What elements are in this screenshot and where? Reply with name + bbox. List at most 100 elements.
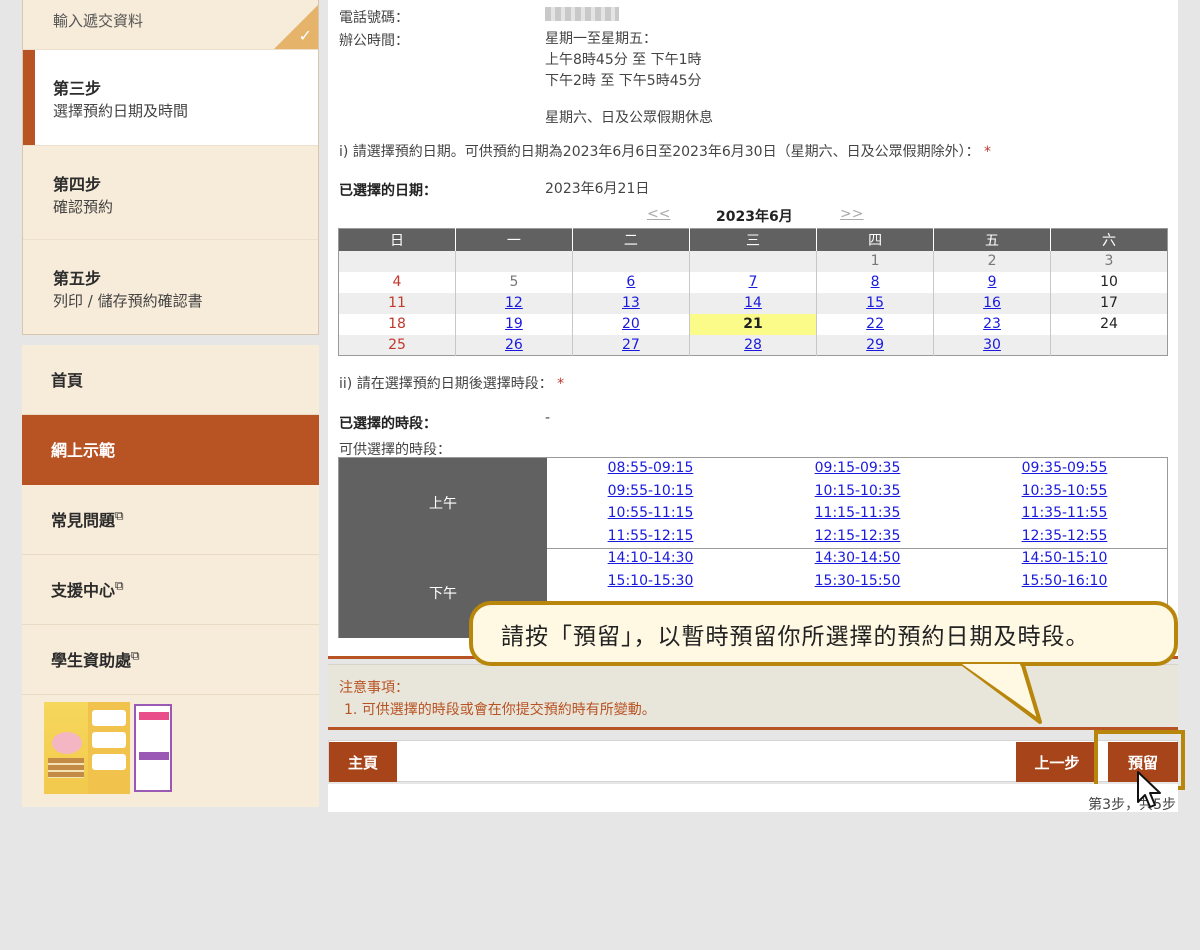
calendar-day[interactable]: 28 xyxy=(689,334,818,356)
menu-item-demo[interactable]: 網上示範 xyxy=(22,415,319,485)
calendar-day-number[interactable]: 15 xyxy=(866,295,884,311)
calendar-day-number[interactable]: 14 xyxy=(744,295,762,311)
time-slot-link[interactable]: 09:55-10:15 xyxy=(547,483,754,499)
hours-label: 辦公時間： xyxy=(339,33,409,49)
selected-slot-label: 已選擇的時段： xyxy=(339,416,437,432)
calendar-day[interactable]: 9 xyxy=(933,271,1051,293)
calendar-day: 3 xyxy=(1050,250,1168,272)
calendar-day-number[interactable]: 26 xyxy=(505,337,523,353)
calendar-week-row: 25 26 27 28 29 30 xyxy=(338,334,1168,356)
calendar-day: 18 xyxy=(338,313,456,335)
calendar-day-number[interactable]: 7 xyxy=(749,274,758,290)
menu-item-label: 常見問題 xyxy=(51,511,116,530)
calendar-day[interactable]: 23 xyxy=(933,313,1051,335)
menu-item-home[interactable]: 首頁 xyxy=(22,345,319,415)
poster-piggybank xyxy=(44,702,88,794)
calendar-day-number[interactable]: 29 xyxy=(866,337,884,353)
time-slot-link[interactable]: 10:15-10:35 xyxy=(754,483,961,499)
menu-item-faq[interactable]: 常見問題⧉ xyxy=(22,485,319,555)
time-slot-link[interactable]: 12:35-12:55 xyxy=(961,528,1168,544)
time-slot-link[interactable]: 09:15-09:35 xyxy=(754,460,961,476)
time-slot-link[interactable]: 11:55-12:15 xyxy=(547,528,754,544)
calendar-day: 4 xyxy=(338,271,456,293)
time-slot-link[interactable]: 09:35-09:55 xyxy=(961,460,1168,476)
calendar-day[interactable]: 15 xyxy=(816,292,935,314)
weekday-header: 三 xyxy=(689,228,818,251)
weekday-header: 四 xyxy=(816,228,935,251)
menu-item-support[interactable]: 支援中心⧉ xyxy=(22,555,319,625)
step-3: 第三步 選擇預約日期及時間 xyxy=(23,50,318,146)
date-instruction: i) 請選擇預約日期。可供預約日期為2023年6月6日至2023年6月30日（星… xyxy=(339,141,991,161)
prev-month-link[interactable]: << xyxy=(647,206,670,222)
calendar-day-number[interactable]: 27 xyxy=(622,337,640,353)
calendar-day-number[interactable]: 19 xyxy=(505,316,523,332)
next-month-link[interactable]: >> xyxy=(840,206,863,222)
prev-month-text[interactable]: << xyxy=(647,206,670,222)
calendar-day-number[interactable]: 23 xyxy=(983,316,1001,332)
time-slot-link[interactable]: 15:50-16:10 xyxy=(961,573,1168,589)
calendar-day[interactable]: 7 xyxy=(689,271,818,293)
period-divider xyxy=(547,548,1167,549)
step-5-sub: 列印 / 儲存預約確認書 xyxy=(53,292,203,310)
step-4-title: 第四步 xyxy=(53,175,102,194)
time-slot-link[interactable]: 10:35-10:55 xyxy=(961,483,1168,499)
calendar-day[interactable]: 12 xyxy=(455,292,573,314)
notes-bottom-border xyxy=(328,727,1178,730)
calendar-table: 日一二三四五六 1 2 3 4 5 6 7 8 9 10 11 12 13 14 15 16 17 18 19 20 2… xyxy=(338,228,1168,356)
notes-box: 注意事項： 1. 可供選擇的時段或會在你提交預約時有所變動。 xyxy=(328,664,1178,726)
calendar-day-number[interactable]: 9 xyxy=(988,274,997,290)
calendar-day-number[interactable]: 28 xyxy=(744,337,762,353)
calendar-day[interactable]: 14 xyxy=(689,292,818,314)
calendar-day-number[interactable]: 12 xyxy=(505,295,523,311)
calendar-day-number: 21 xyxy=(743,316,763,332)
available-slots-label: 可供選擇的時段： xyxy=(339,442,451,458)
time-slot-link[interactable]: 14:50-15:10 xyxy=(961,550,1168,566)
time-instruction-text: ii) 請在選擇預約日期後選擇時段： xyxy=(339,376,553,392)
calendar-day-number[interactable]: 16 xyxy=(983,295,1001,311)
calendar-day[interactable]: 6 xyxy=(572,271,690,293)
time-slot-link[interactable]: 12:15-12:35 xyxy=(754,528,961,544)
calendar-day-number: 1 xyxy=(870,253,880,269)
calendar-week-row: 1 2 3 xyxy=(338,250,1168,272)
calendar-day[interactable]: 30 xyxy=(933,334,1051,356)
time-slot-link[interactable]: 15:10-15:30 xyxy=(547,573,754,589)
promo-poster[interactable] xyxy=(44,702,172,794)
time-slot-link[interactable]: 15:30-15:50 xyxy=(754,573,961,589)
calendar-day[interactable]: 29 xyxy=(816,334,935,356)
calendar-day: 17 xyxy=(1050,292,1168,314)
weekday-header: 二 xyxy=(572,228,690,251)
calendar-day[interactable]: 26 xyxy=(455,334,573,356)
calendar-day-number[interactable]: 8 xyxy=(871,274,880,290)
step-3-sub: 選擇預約日期及時間 xyxy=(53,102,189,120)
closed-note: 星期六、日及公眾假期休息 xyxy=(545,110,713,126)
calendar-day[interactable]: 27 xyxy=(572,334,690,356)
time-slot-link[interactable]: 14:10-14:30 xyxy=(547,550,754,566)
office-hours: 星期一至星期五： 上午8時45分 至 下午1時 下午2時 至 下午5時45分 xyxy=(545,29,702,92)
menu-item-sfo[interactable]: 學生資助處⧉ xyxy=(22,625,319,695)
home-button[interactable]: 主頁 xyxy=(329,742,397,782)
calendar-day-number[interactable]: 20 xyxy=(622,316,640,332)
calendar-day: 25 xyxy=(338,334,456,356)
calendar-day-number[interactable]: 6 xyxy=(626,274,635,290)
phone-value xyxy=(545,4,619,25)
next-month-text[interactable]: >> xyxy=(840,206,863,222)
calendar-day[interactable]: 13 xyxy=(572,292,690,314)
time-slot-link[interactable]: 11:15-11:35 xyxy=(754,505,961,521)
time-slot-link[interactable]: 11:35-11:55 xyxy=(961,505,1168,521)
calendar-day[interactable]: 8 xyxy=(816,271,935,293)
poster-info xyxy=(88,702,130,794)
calendar-day[interactable]: 20 xyxy=(572,313,690,335)
calendar-day[interactable]: 22 xyxy=(816,313,935,335)
previous-step-button[interactable]: 上一步 xyxy=(1016,742,1098,782)
calendar-day[interactable]: 21 xyxy=(689,313,818,335)
date-instruction-text: i) 請選擇預約日期。可供預約日期為2023年6月6日至2023年6月30日（星… xyxy=(339,144,980,160)
step-4: 第四步 確認預約 xyxy=(23,146,318,240)
calendar-day[interactable]: 19 xyxy=(455,313,573,335)
time-slot-link[interactable]: 08:55-09:15 xyxy=(547,460,754,476)
calendar-day-number[interactable]: 30 xyxy=(983,337,1001,353)
calendar-day-number[interactable]: 22 xyxy=(866,316,884,332)
calendar-day[interactable]: 16 xyxy=(933,292,1051,314)
time-slot-link[interactable]: 10:55-11:15 xyxy=(547,505,754,521)
calendar-day-number[interactable]: 13 xyxy=(622,295,640,311)
time-slot-link[interactable]: 14:30-14:50 xyxy=(754,550,961,566)
